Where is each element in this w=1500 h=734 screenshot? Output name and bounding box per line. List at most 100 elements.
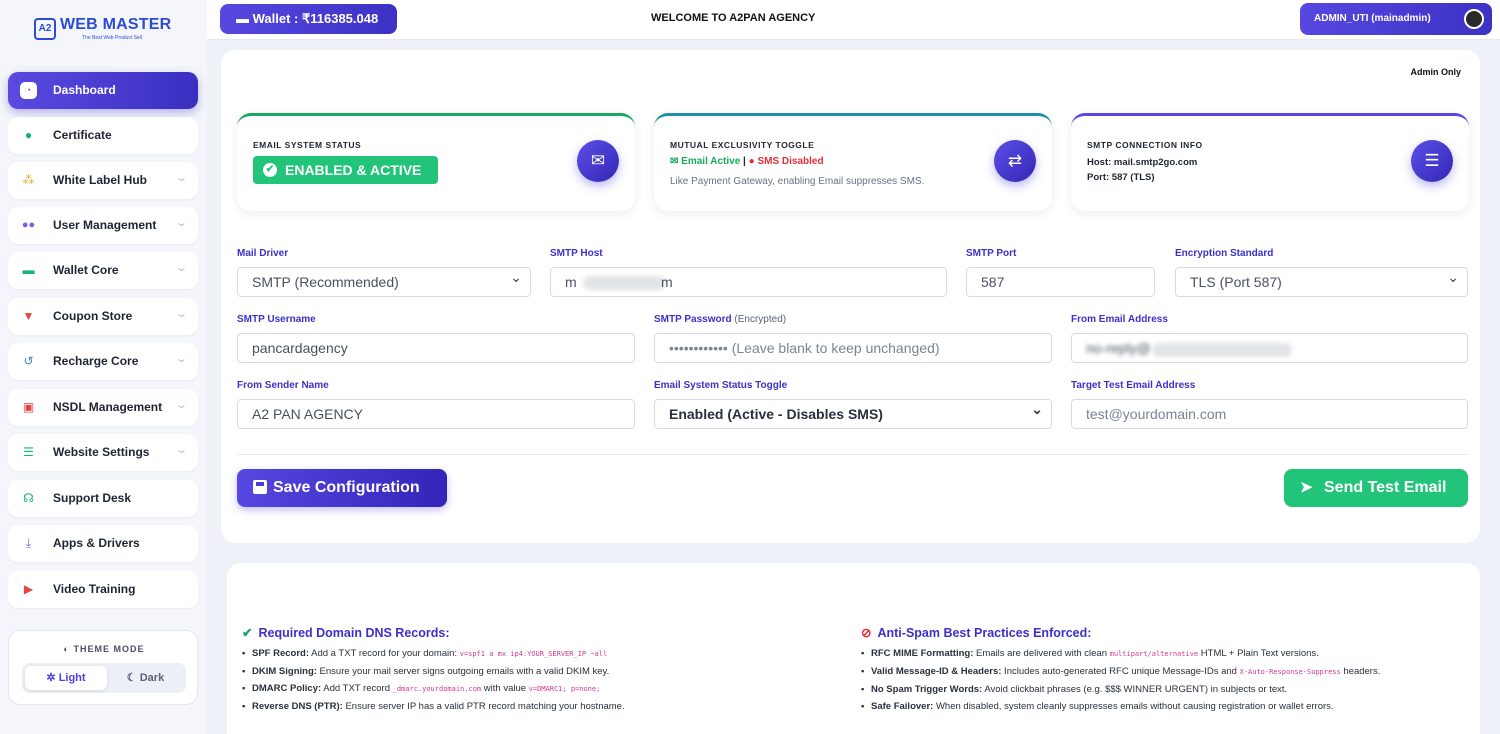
smtp-password-label: SMTP Password (Encrypted) <box>654 314 786 325</box>
sidebar-item-label: Support Desk <box>53 491 132 505</box>
smtp-port-info: Port: 587 (TLS) <box>1087 172 1155 183</box>
encryption-select[interactable]: TLS (Port 587) <box>1175 267 1468 297</box>
sender-name-input[interactable]: A2 PAN AGENCY <box>237 399 635 429</box>
from-email-label: From Email Address <box>1071 314 1168 325</box>
theme-dark-button[interactable]: ☾ Dark <box>108 666 183 690</box>
item-text: with value <box>481 683 529 695</box>
wallet-balance: Wallet : ₹116385.048 <box>252 11 379 26</box>
chevron-down-icon: ⌄ <box>174 262 188 274</box>
smtp-password-input[interactable]: •••••••••••• (Leave blank to keep unchan… <box>654 333 1052 363</box>
dns-records-title: ✔ Required Domain DNS Records: <box>242 625 450 640</box>
item-code: _dmarc.yourdomain.com <box>392 685 482 694</box>
anti-spam-title-text: Anti-Spam Best Practices Enforced: <box>877 626 1092 640</box>
sidebar-item-label: Website Settings <box>53 445 150 459</box>
status-toggle-label: Email System Status Toggle <box>654 380 788 391</box>
headset-icon: ☊ <box>23 491 34 505</box>
anti-spam-list: RFC MIME Formatting: Emails are delivere… <box>861 647 1461 717</box>
save-configuration-button[interactable]: Save Configuration <box>237 469 447 507</box>
test-button-label: Send Test Email <box>1324 479 1447 496</box>
list-item: DKIM Signing: Ensure your mail server si… <box>242 665 832 679</box>
sidebar: A2 WEB MASTER The Best Web Product Sell … <box>0 0 207 734</box>
sidebar-item-coupon-store[interactable]: ▼ Coupon Store ⌄ <box>8 298 198 335</box>
sidebar-item-video-training[interactable]: ▶ Video Training <box>8 571 198 608</box>
sidebar-item-user-management[interactable]: ●● User Management ⌄ <box>8 207 198 244</box>
divider <box>237 454 1468 455</box>
wallet-button[interactable]: ▬ Wallet : ₹116385.048 <box>220 4 397 34</box>
item-key: DKIM Signing: <box>252 666 317 678</box>
logo-tagline: The Best Web Product Sell <box>82 35 142 41</box>
sidebar-item-wallet-core[interactable]: ▬ Wallet Core ⌄ <box>8 252 198 289</box>
mail-bulk-icon: ✉ <box>577 140 619 182</box>
theme-light-button[interactable]: ✲ Light <box>25 666 107 690</box>
dns-records-title-text: Required Domain DNS Records: <box>258 626 450 640</box>
item-key: DMARC Policy: <box>252 683 322 695</box>
chevron-down-icon: ⌄ <box>174 444 188 456</box>
email-config-card: Admin Only EMAIL SYSTEM STATUS ✔ ENABLED… <box>221 50 1480 543</box>
sidebar-item-label: Apps & Drivers <box>53 536 140 550</box>
item-code: v=spf1 a mx ip4:YOUR_SERVER_IP ~all <box>459 650 608 658</box>
item-text: Avoid clickbait phrases (e.g. $$$ WINNER… <box>982 684 1288 696</box>
id-card-icon: ▣ <box>22 400 35 414</box>
mail-driver-select[interactable]: SMTP (Recommended) <box>237 267 531 297</box>
sidebar-item-label: NSDL Management <box>53 400 163 414</box>
paper-plane-icon: ➤ <box>1300 479 1313 496</box>
sidebar-item-dashboard[interactable]: ◔ Dashboard <box>8 72 198 109</box>
item-text: Add TXT record <box>321 683 393 695</box>
smtp-username-label: SMTP Username <box>237 314 316 325</box>
sms-icon: ● <box>748 156 755 167</box>
card-accent <box>1071 113 1469 127</box>
sidebar-item-apps-drivers[interactable]: ⤓ Apps & Drivers <box>8 525 198 562</box>
redacted-mask <box>583 276 665 290</box>
moon-icon: ☾ <box>126 672 137 684</box>
sidebar-item-website-settings[interactable]: ☰ Website Settings ⌄ <box>8 434 198 471</box>
check-circle-icon: ✔ <box>263 163 277 177</box>
sidebar-item-nsdl-management[interactable]: ▣ NSDL Management ⌄ <box>8 389 198 426</box>
check-double-icon: ✔ <box>242 626 253 640</box>
exchange-icon: ⇄ <box>994 140 1036 182</box>
email-status-card: EMAIL SYSTEM STATUS ✔ ENABLED & ACTIVE ✉ <box>237 113 635 211</box>
list-item: RFC MIME Formatting: Emails are delivere… <box>861 647 1461 662</box>
redacted-mask <box>1152 343 1292 357</box>
sidebar-item-support-desk[interactable]: ☊ Support Desk <box>8 480 198 517</box>
item-code: v=DMARC1; p=none; <box>528 685 601 694</box>
smtp-host-info: Host: mail.smtp2go.com <box>1087 157 1198 168</box>
users-icon: ●● <box>21 219 36 231</box>
from-email-input[interactable]: no-reply@ <box>1071 333 1468 363</box>
admin-user-button[interactable]: ADMIN_UTI (mainadmin) <box>1300 3 1492 35</box>
sidebar-item-label: User Management <box>53 218 157 232</box>
sidebar-item-recharge-core[interactable]: ↺ Recharge Core ⌄ <box>8 343 198 380</box>
topbar: ▬ Wallet : ₹116385.048 WELCOME TO A2PAN … <box>207 0 1500 40</box>
video-icon: ▶ <box>23 582 34 596</box>
smtp-host-value-start: m <box>565 274 577 290</box>
smtp-info-title: SMTP CONNECTION INFO <box>1087 140 1203 150</box>
test-email-input[interactable]: test@yourdomain.com <box>1071 399 1468 429</box>
exclusivity-description: Like Payment Gateway, enabling Email sup… <box>670 176 925 187</box>
smtp-host-input[interactable]: m m <box>550 267 947 297</box>
sidebar-item-white-label-hub[interactable]: ⁂ White Label Hub ⌄ <box>8 162 198 199</box>
theme-mode-title: ◐ THEME MODE <box>63 644 145 654</box>
logo[interactable]: A2 WEB MASTER The Best Web Product Sell <box>34 14 174 48</box>
send-test-email-button[interactable]: ➤ Send Test Email <box>1284 469 1468 507</box>
chevron-down-icon: ⌄ <box>174 172 188 184</box>
avatar <box>1464 9 1484 29</box>
chevron-down-icon: ⌄ <box>174 308 188 320</box>
email-status-title: EMAIL SYSTEM STATUS <box>253 140 362 150</box>
theme-light-label: Light <box>58 672 86 684</box>
wallet-icon: ▬ <box>236 11 249 26</box>
theme-toggle: ✲ Light ☾ Dark <box>22 663 186 693</box>
theme-mode-label: THEME MODE <box>73 644 145 654</box>
status-toggle-select[interactable]: Enabled (Active - Disables SMS) <box>654 399 1052 429</box>
smtp-port-input[interactable]: 587 <box>966 267 1155 297</box>
logo-mark: A2 <box>34 18 56 40</box>
item-code: X-Auto-Response-Suppress <box>1239 668 1341 677</box>
welcome-text: WELCOME TO A2PAN AGENCY <box>651 12 816 24</box>
theme-dark-label: Dark <box>139 672 165 684</box>
dns-records-list: SPF Record: Add a TXT record for your do… <box>242 647 832 717</box>
sidebar-item-certificate[interactable]: ● Certificate <box>8 117 198 154</box>
smtp-username-input[interactable]: pancardagency <box>237 333 635 363</box>
certificate-icon: ● <box>24 128 33 142</box>
item-key: No Spam Trigger Words: <box>871 684 983 696</box>
admin-user-label: ADMIN_UTI (mainadmin) <box>1314 13 1431 24</box>
sidebar-item-label: Dashboard <box>53 83 116 97</box>
chevron-down-icon: ⌄ <box>174 399 188 411</box>
